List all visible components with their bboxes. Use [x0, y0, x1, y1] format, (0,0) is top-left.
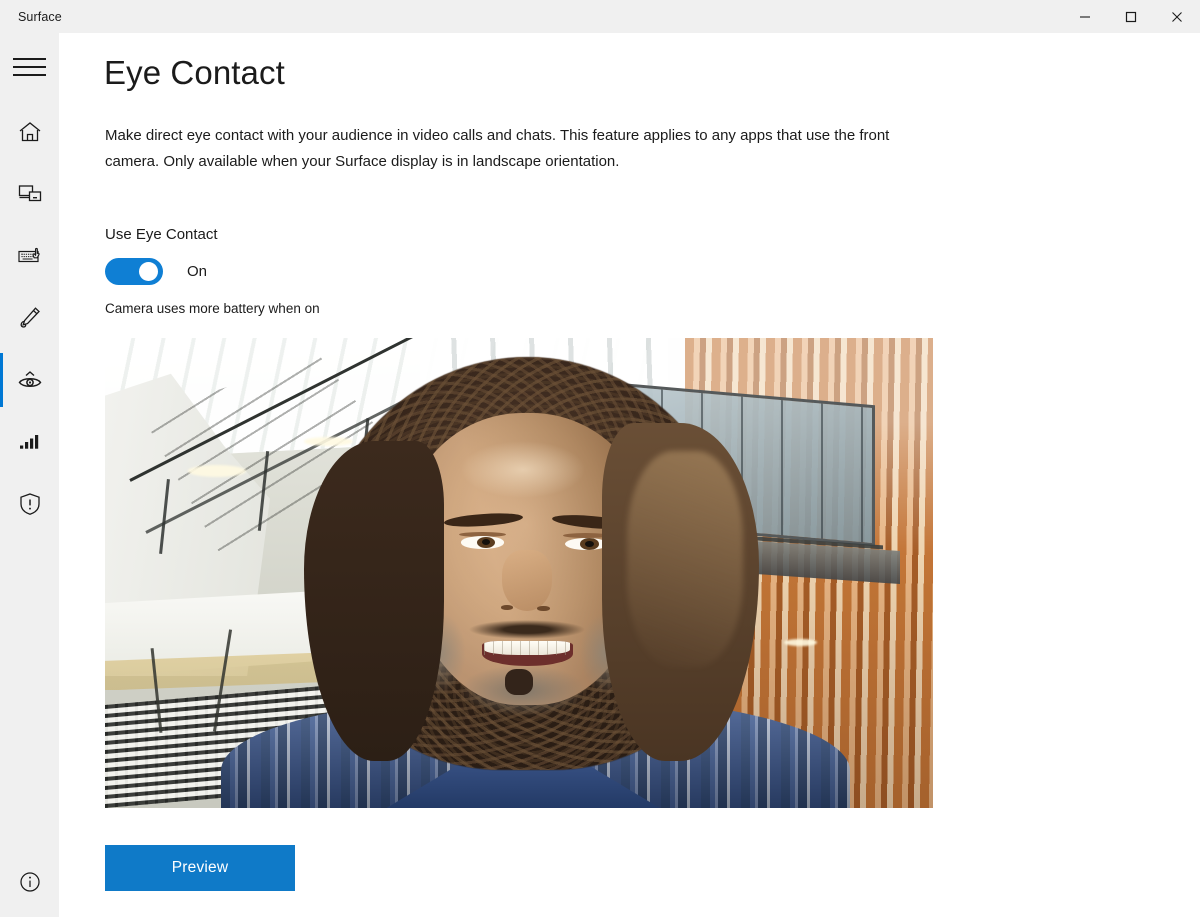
toggle-knob [139, 262, 158, 281]
eye-contact-toggle[interactable] [105, 258, 163, 285]
battery-hint: Camera uses more battery when on [105, 301, 320, 316]
sidebar-item-devices[interactable] [0, 163, 59, 225]
keyboard-icon [17, 243, 43, 269]
sidebar-bottom [0, 859, 59, 905]
main-content: Eye Contact Make direct eye contact with… [59, 33, 1200, 917]
camera-preview-scene [105, 338, 933, 808]
eye-contact-toggle-row: On [105, 258, 207, 285]
devices-icon [17, 181, 43, 207]
preview-button[interactable]: Preview [105, 845, 295, 891]
sidebar-item-keyboard[interactable] [0, 225, 59, 287]
sidebar-nav [0, 101, 59, 535]
page-title: Eye Contact [104, 54, 285, 91]
sidebar-item-home[interactable] [0, 101, 59, 163]
pen-icon [17, 305, 43, 331]
info-icon [18, 870, 42, 894]
app-title: Surface [18, 9, 62, 24]
sidebar-item-warranty[interactable] [0, 473, 59, 535]
title-bar: Surface [0, 0, 1200, 33]
minimize-button[interactable] [1062, 0, 1108, 33]
maximize-button[interactable] [1108, 0, 1154, 33]
sidebar [0, 33, 59, 917]
sidebar-item-pen[interactable] [0, 287, 59, 349]
hamburger-menu-icon[interactable] [0, 47, 59, 87]
page-description: Make direct eye contact with your audien… [105, 127, 890, 170]
person-figure [105, 338, 933, 808]
sidebar-item-signal[interactable] [0, 411, 59, 473]
use-eye-contact-label: Use Eye Contact [105, 226, 218, 243]
toggle-state-label: On [187, 263, 208, 280]
shield-icon [17, 491, 43, 517]
surface-app-window: Surface Eye Contact Make direct eye cont… [0, 0, 1200, 917]
eye-icon [16, 366, 44, 394]
camera-preview [105, 338, 933, 808]
sidebar-item-about[interactable] [0, 859, 59, 905]
close-button[interactable] [1154, 0, 1200, 33]
home-icon [17, 119, 43, 145]
signal-bars-icon [17, 429, 43, 455]
sidebar-item-eye-contact[interactable] [0, 349, 59, 411]
